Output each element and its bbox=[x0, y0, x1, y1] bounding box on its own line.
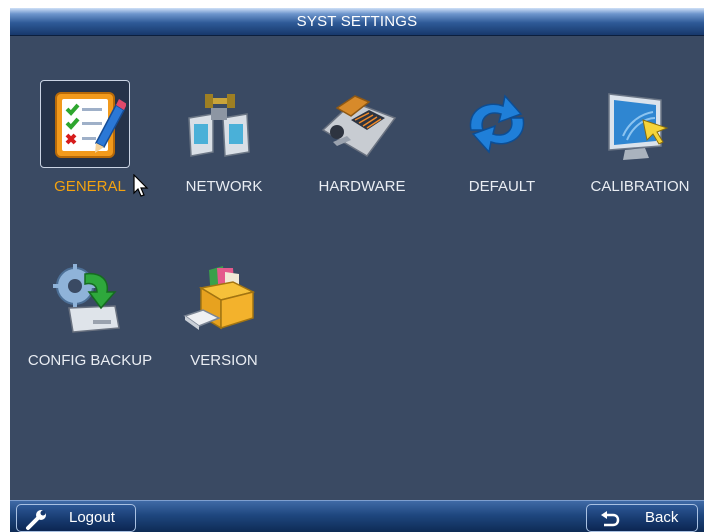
menu-item-calibration[interactable]: CALIBRATION bbox=[590, 80, 689, 200]
system-settings-window: SYST SETTINGS GENERAL NETWORK HARDWARE D… bbox=[10, 8, 704, 532]
menu-item-version-label: VERSION bbox=[190, 352, 258, 369]
menu-item-network[interactable]: NETWORK bbox=[174, 80, 264, 200]
menu-item-default[interactable]: DEFAULT bbox=[452, 80, 542, 200]
menu-item-hardware-icon-box[interactable] bbox=[312, 80, 402, 168]
menu-item-general-icon-box[interactable] bbox=[40, 80, 130, 168]
return-arrow-icon bbox=[601, 511, 620, 527]
menu-item-calibration-icon-box[interactable] bbox=[590, 80, 680, 168]
logout-label: Logout bbox=[69, 509, 115, 526]
menu-item-network-label: NETWORK bbox=[185, 178, 263, 195]
menu-item-version[interactable]: VERSION bbox=[174, 254, 264, 374]
network-connector-icon bbox=[188, 94, 250, 157]
menu-item-version-icon-box[interactable] bbox=[174, 254, 264, 342]
menu-item-hardware-label: HARDWARE bbox=[318, 178, 406, 195]
menu-item-config-backup[interactable]: CONFIG BACKUP bbox=[28, 254, 152, 374]
refresh-arrows-icon bbox=[469, 94, 525, 154]
gear-drive-backup-icon bbox=[53, 264, 120, 333]
monitor-cursor-icon bbox=[608, 93, 669, 160]
bottom-toolbar: Logout Back bbox=[10, 500, 704, 532]
menu-item-config-backup-label: CONFIG BACKUP bbox=[27, 352, 153, 369]
mouse-pointer-icon bbox=[133, 174, 149, 197]
menu-item-config-backup-icon-box[interactable] bbox=[40, 254, 130, 342]
menu-item-general[interactable]: GENERAL bbox=[40, 80, 130, 200]
checklist-pencil-icon bbox=[55, 92, 126, 158]
keyboard-controller-icon bbox=[321, 95, 397, 157]
logout-button[interactable]: Logout bbox=[16, 504, 136, 532]
menu-item-network-icon-box[interactable] bbox=[174, 80, 264, 168]
menu-item-default-icon-box[interactable] bbox=[452, 80, 542, 168]
menu-item-hardware[interactable]: HARDWARE bbox=[312, 80, 405, 200]
window-title: SYST SETTINGS bbox=[10, 8, 704, 36]
back-label: Back bbox=[645, 509, 679, 526]
file-box-icon bbox=[183, 266, 256, 330]
wrench-icon bbox=[26, 510, 46, 530]
menu-item-calibration-label: CALIBRATION bbox=[590, 178, 690, 195]
back-button[interactable]: Back bbox=[586, 504, 698, 532]
menu-item-default-label: DEFAULT bbox=[468, 178, 536, 195]
